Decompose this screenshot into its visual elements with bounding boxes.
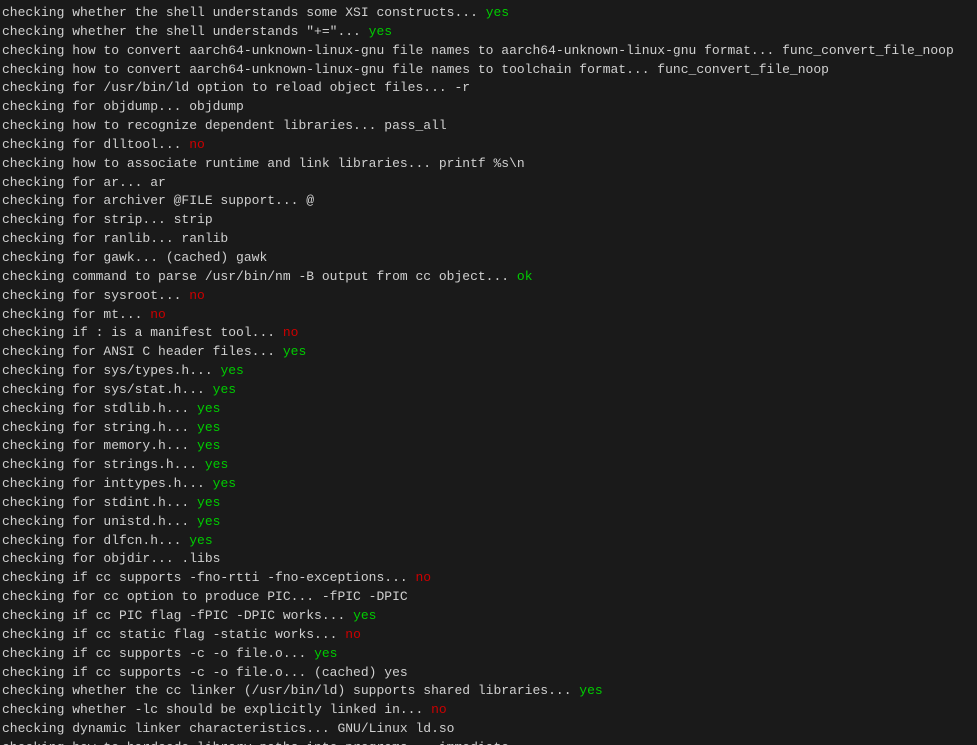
terminal-line: checking if cc supports -c -o file.o... … xyxy=(2,664,975,683)
terminal-line: checking whether the shell understands "… xyxy=(2,23,975,42)
terminal-line: checking for string.h... yes xyxy=(2,419,975,438)
terminal-line: checking for dlltool... no xyxy=(2,136,975,155)
terminal-line: checking for cc option to produce PIC...… xyxy=(2,588,975,607)
terminal-line: checking whether -lc should be explicitl… xyxy=(2,701,975,720)
terminal-line: checking for memory.h... yes xyxy=(2,437,975,456)
terminal-line: checking for inttypes.h... yes xyxy=(2,475,975,494)
terminal-line: checking dynamic linker characteristics.… xyxy=(2,720,975,739)
terminal-line: checking for strings.h... yes xyxy=(2,456,975,475)
terminal-line: checking how to convert aarch64-unknown-… xyxy=(2,42,975,61)
terminal-line: checking for stdint.h... yes xyxy=(2,494,975,513)
terminal-line: checking whether the shell understands s… xyxy=(2,4,975,23)
terminal-line: checking for strip... strip xyxy=(2,211,975,230)
terminal-line: checking how to associate runtime and li… xyxy=(2,155,975,174)
terminal-line: checking for objdump... objdump xyxy=(2,98,975,117)
terminal-line: checking command to parse /usr/bin/nm -B… xyxy=(2,268,975,287)
terminal-line: checking for /usr/bin/ld option to reloa… xyxy=(2,79,975,98)
terminal-line: checking for dlfcn.h... yes xyxy=(2,532,975,551)
terminal-line: checking for sysroot... no xyxy=(2,287,975,306)
terminal-line: checking if cc supports -fno-rtti -fno-e… xyxy=(2,569,975,588)
terminal-line: checking if : is a manifest tool... no xyxy=(2,324,975,343)
terminal-line: checking if cc PIC flag -fPIC -DPIC work… xyxy=(2,607,975,626)
terminal-line: checking for objdir... .libs xyxy=(2,550,975,569)
terminal-line: checking for stdlib.h... yes xyxy=(2,400,975,419)
terminal-line: checking for gawk... (cached) gawk xyxy=(2,249,975,268)
terminal-line: checking for ANSI C header files... yes xyxy=(2,343,975,362)
terminal-line: checking for ar... ar xyxy=(2,174,975,193)
terminal-line: checking how to recognize dependent libr… xyxy=(2,117,975,136)
terminal-line: checking how to convert aarch64-unknown-… xyxy=(2,61,975,80)
terminal-line: checking whether the cc linker (/usr/bin… xyxy=(2,682,975,701)
terminal-line: checking for sys/types.h... yes xyxy=(2,362,975,381)
terminal-line: checking for unistd.h... yes xyxy=(2,513,975,532)
terminal-line: checking how to hardcode library paths i… xyxy=(2,739,975,745)
terminal-line: checking for ranlib... ranlib xyxy=(2,230,975,249)
terminal-line: checking if cc supports -c -o file.o... … xyxy=(2,645,975,664)
terminal: checking whether the shell understands s… xyxy=(0,0,977,745)
terminal-line: checking for mt... no xyxy=(2,306,975,325)
terminal-line: checking for archiver @FILE support... @ xyxy=(2,192,975,211)
terminal-line: checking if cc static flag -static works… xyxy=(2,626,975,645)
terminal-line: checking for sys/stat.h... yes xyxy=(2,381,975,400)
